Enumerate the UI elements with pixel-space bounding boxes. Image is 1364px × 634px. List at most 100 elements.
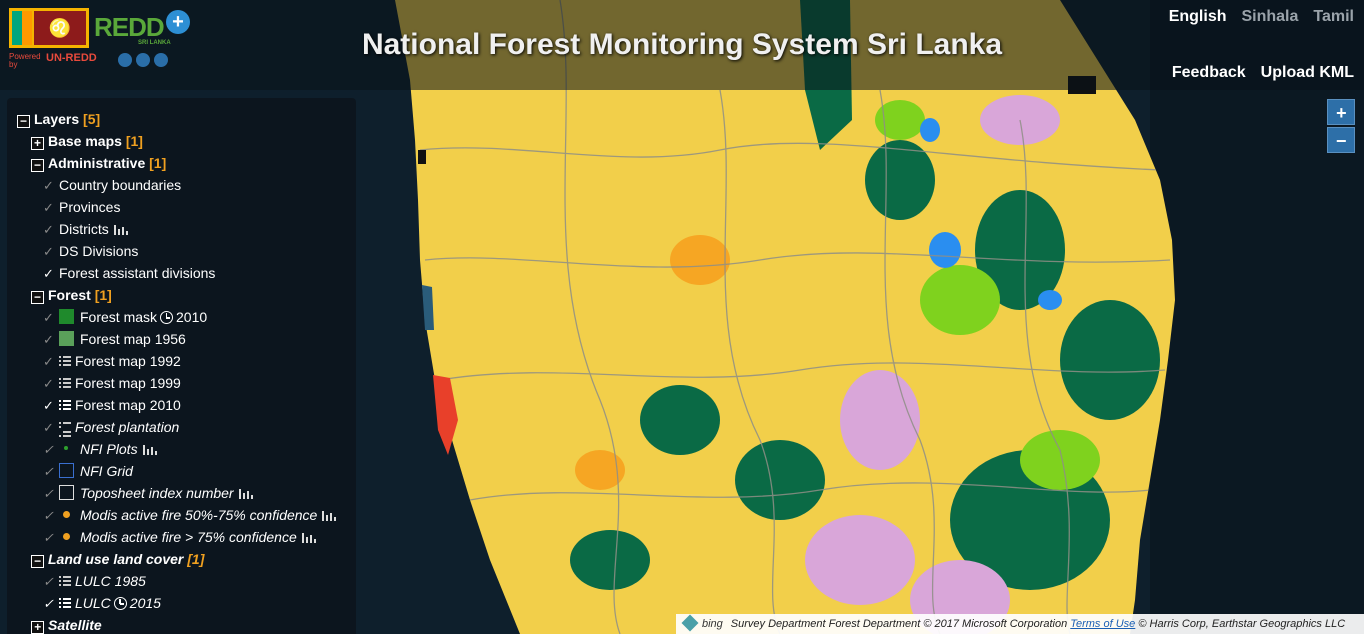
upload-kml-link[interactable]: Upload KML (1261, 64, 1354, 82)
layer-tree-panel: − Layers [5] + Base maps [1] − Administrati… (7, 98, 356, 634)
layer-forest-mask[interactable]: ✓ Forest mask 2010 (7, 306, 356, 328)
layer-label: NFI Plots (80, 441, 138, 457)
legend-swatch-icon (59, 331, 74, 346)
layer-year[interactable]: 2015 (130, 595, 161, 611)
group-base-maps-label: Base maps (48, 133, 122, 149)
layer-forest-plantation[interactable]: ✓ Forest plantation (7, 416, 356, 438)
layer-label: Country boundaries (59, 177, 182, 193)
group-lulc-count: [1] (187, 551, 205, 567)
layer-forest-map-1999[interactable]: ✓ Forest map 1999 (7, 372, 356, 394)
check-icon[interactable]: ✓ (43, 263, 57, 285)
group-satellite[interactable]: + Satellite (7, 614, 356, 634)
check-icon[interactable]: ✓ (43, 417, 57, 439)
collapse-icon[interactable]: − (31, 291, 44, 304)
collapse-icon[interactable]: − (31, 159, 44, 172)
attribution-text: Survey Department Forest Department © 20… (730, 618, 1068, 630)
outline-square-icon (59, 485, 74, 500)
group-lulc-label: Land use land cover (48, 551, 184, 567)
layer-districts[interactable]: ✓ Districts (7, 218, 356, 240)
language-sinhala[interactable]: Sinhala (1241, 8, 1298, 26)
clock-icon[interactable] (113, 597, 127, 610)
layer-lulc-2015[interactable]: ✓ LULC 2015 (7, 592, 356, 614)
terms-of-use-link[interactable]: Terms of Use (1070, 618, 1135, 630)
list-legend-icon[interactable] (59, 355, 71, 367)
clock-icon[interactable] (160, 311, 174, 324)
group-administrative-label: Administrative (48, 155, 146, 171)
check-icon[interactable]: ✓ (43, 307, 57, 329)
layer-forest-map-1956[interactable]: ✓ Forest map 1956 (7, 328, 356, 350)
layer-ds-divisions[interactable]: ✓ DS Divisions (7, 240, 356, 262)
check-icon[interactable]: ✓ (43, 483, 57, 505)
check-icon[interactable]: ✓ (43, 175, 57, 197)
plot-point-icon (59, 441, 74, 456)
check-icon[interactable]: ✓ (43, 527, 57, 549)
group-land-use-land-cover[interactable]: − Land use land cover [1] (7, 548, 356, 570)
layer-lulc-1985[interactable]: ✓ LULC 1985 (7, 570, 356, 592)
bar-chart-icon[interactable] (113, 223, 129, 235)
check-icon[interactable]: ✓ (43, 593, 57, 615)
layer-nfi-grid[interactable]: ✓ NFI Grid (7, 460, 356, 482)
check-icon[interactable]: ✓ (43, 329, 57, 351)
layer-provinces[interactable]: ✓ Provinces (7, 196, 356, 218)
legend-swatch-icon (59, 309, 74, 324)
layer-label: LULC (75, 595, 111, 611)
check-icon[interactable]: ✓ (43, 505, 57, 527)
feedback-link[interactable]: Feedback (1172, 64, 1246, 82)
list-legend-icon[interactable] (59, 421, 71, 437)
layers-root-label: Layers (34, 111, 80, 127)
bar-chart-icon[interactable] (142, 443, 158, 455)
layer-modis-fire-50-75[interactable]: ✓ Modis active fire 50%-75% confidence (7, 504, 356, 526)
collapse-icon[interactable]: − (17, 115, 30, 128)
layer-label: Forest map 1992 (75, 353, 181, 369)
check-icon[interactable]: ✓ (43, 351, 57, 373)
collapse-icon[interactable]: − (31, 555, 44, 568)
check-icon[interactable]: ✓ (43, 395, 57, 417)
layer-nfi-plots[interactable]: ✓ NFI Plots (7, 438, 356, 460)
group-base-maps[interactable]: + Base maps [1] (7, 130, 356, 152)
list-legend-icon[interactable] (59, 575, 71, 587)
check-icon[interactable]: ✓ (43, 197, 57, 219)
layer-label: LULC 1985 (75, 573, 146, 589)
layer-label: Forest mask (80, 309, 158, 325)
layer-label: Forest map 1999 (75, 375, 181, 391)
expand-icon[interactable]: + (31, 137, 44, 150)
bar-chart-icon[interactable] (238, 487, 254, 499)
bar-chart-icon[interactable] (301, 531, 317, 543)
layer-label: Forest plantation (75, 419, 180, 435)
layers-root[interactable]: − Layers [5] (7, 108, 356, 130)
layer-year[interactable]: 2010 (176, 309, 207, 325)
expand-icon[interactable]: + (31, 621, 44, 634)
language-english[interactable]: English (1169, 8, 1227, 26)
group-administrative-count: [1] (149, 155, 167, 171)
zoom-out-button[interactable]: − (1327, 127, 1355, 153)
check-icon[interactable]: ✓ (43, 219, 57, 241)
check-icon[interactable]: ✓ (43, 373, 57, 395)
check-icon[interactable]: ✓ (43, 241, 57, 263)
layer-forest-map-1992[interactable]: ✓ Forest map 1992 (7, 350, 356, 372)
group-forest-label: Forest (48, 287, 91, 303)
layer-forest-map-2010[interactable]: ✓ Forest map 2010 (7, 394, 356, 416)
group-forest[interactable]: − Forest [1] (7, 284, 356, 306)
layer-label: Provinces (59, 199, 121, 215)
list-legend-icon[interactable] (59, 597, 71, 609)
list-legend-icon[interactable] (59, 377, 71, 389)
layer-label: DS Divisions (59, 243, 139, 259)
group-satellite-label: Satellite (48, 617, 102, 633)
layer-country-boundaries[interactable]: ✓ Country boundaries (7, 174, 356, 196)
check-icon[interactable]: ✓ (43, 461, 57, 483)
attribution-tail: © Harris Corp, Earthstar Geographics LLC (1138, 618, 1346, 630)
list-legend-icon[interactable] (59, 399, 71, 411)
fire-point-icon (59, 529, 74, 544)
check-icon[interactable]: ✓ (43, 571, 57, 593)
bing-logo-icon (681, 614, 699, 632)
layer-toposheet-index[interactable]: ✓ Toposheet index number (7, 482, 356, 504)
zoom-in-button[interactable]: + (1327, 99, 1355, 125)
layer-modis-fire-75[interactable]: ✓ Modis active fire > 75% confidence (7, 526, 356, 548)
language-tamil[interactable]: Tamil (1313, 8, 1354, 26)
bing-label: bing (702, 618, 723, 630)
group-administrative[interactable]: − Administrative [1] (7, 152, 356, 174)
check-icon[interactable]: ✓ (43, 439, 57, 461)
layer-forest-assistant-divisions[interactable]: ✓ Forest assistant divisions (7, 262, 356, 284)
bar-chart-icon[interactable] (321, 509, 337, 521)
layer-label: Modis active fire > 75% confidence (80, 529, 297, 545)
